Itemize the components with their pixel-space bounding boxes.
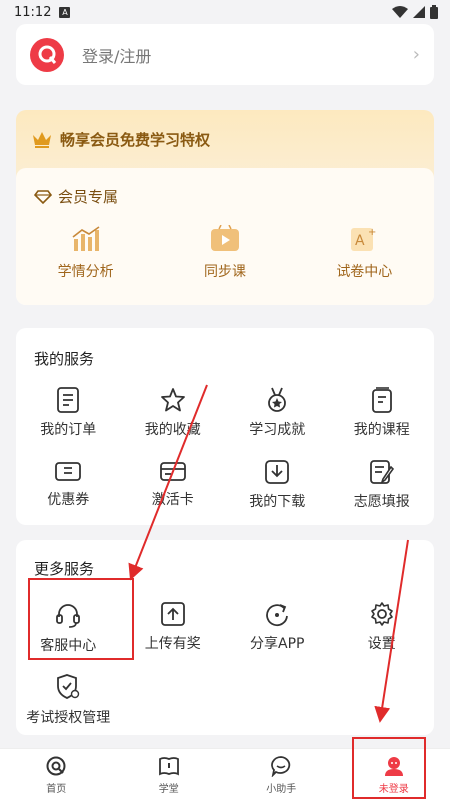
annotation-arrows bbox=[128, 384, 409, 723]
annotation-arrow-customer-service bbox=[128, 384, 208, 581]
annotation-arrow-profile-tab bbox=[374, 539, 409, 723]
